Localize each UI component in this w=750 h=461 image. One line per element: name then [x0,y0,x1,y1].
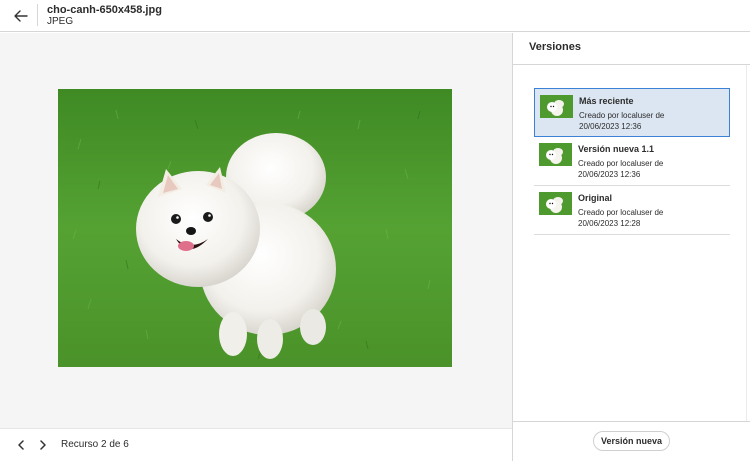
version-meta: Creado por localuser de 20/06/2023 12:28 [578,207,663,229]
chevron-right-icon [40,440,46,450]
new-version-button[interactable]: Versión nueva [593,431,670,451]
version-date: 20/06/2023 12:28 [578,219,641,228]
version-author: Creado por localuser de [579,111,665,120]
dog-photo [58,89,452,367]
version-thumbnail [540,95,573,118]
asset-counter: Recurso 2 de 6 [61,439,129,450]
top-bar: cho-canh-650x458.jpg JPEG [0,0,750,32]
previous-asset-button[interactable] [14,438,28,452]
version-meta: Creado por localuser de 20/06/2023 12:36 [579,110,664,132]
arrow-left-icon [14,10,28,22]
next-asset-button[interactable] [36,438,50,452]
version-date: 20/06/2023 12:36 [578,170,641,179]
file-type: JPEG [47,16,74,27]
version-thumbnail [539,143,572,166]
version-title: Original [578,193,613,203]
version-list: Más reciente Creado por localuser de 20/… [534,88,730,235]
version-item[interactable]: Versión nueva 1.1 Creado por localuser d… [534,137,730,186]
viewer-footer: Recurso 2 de 6 [0,428,512,461]
panel-scroll-track [746,65,747,421]
version-author: Creado por localuser de [578,159,664,168]
chevron-left-icon [18,440,24,450]
version-date: 20/06/2023 12:36 [579,122,642,131]
version-title: Más reciente [579,96,634,106]
version-item[interactable]: Más reciente Creado por localuser de 20/… [534,88,730,137]
back-button[interactable] [10,5,32,27]
file-name: cho-canh-650x458.jpg [47,4,162,16]
panel-header-divider [513,64,750,65]
version-meta: Creado por localuser de 20/06/2023 12:36 [578,158,663,180]
version-item[interactable]: Original Creado por localuser de 20/06/2… [534,186,730,235]
version-title: Versión nueva 1.1 [578,144,655,154]
panel-title: Versiones [529,41,581,53]
panel-footer-divider [513,421,750,422]
version-thumbnail [539,192,572,215]
versions-panel: Versiones Más reciente Creado por localu… [513,33,750,461]
header-divider [37,4,38,26]
asset-preview-image [58,89,452,367]
asset-viewer [0,33,512,428]
version-author: Creado por localuser de [578,208,664,217]
